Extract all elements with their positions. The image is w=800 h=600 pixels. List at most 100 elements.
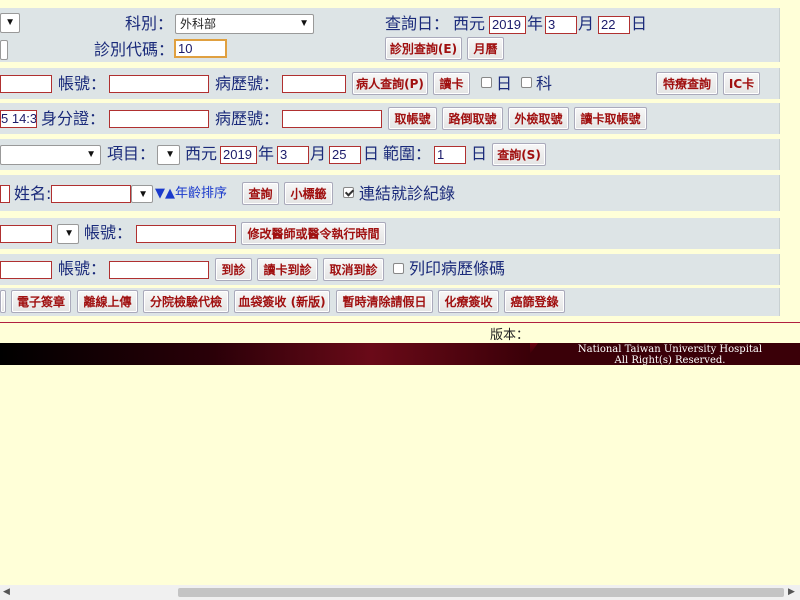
fall-account-button[interactable]: 路倒取號	[442, 107, 503, 130]
day-unit: 日	[363, 144, 380, 163]
row-dept-date: ▼ 科別： 外科部 ▼ 診別代碼： 10 查詢日： 西元 2019 年 3 月 …	[0, 8, 780, 62]
clinic-query-button[interactable]: 診別查詢(E)	[385, 37, 462, 60]
range-input[interactable]: 1	[434, 146, 466, 164]
year-input[interactable]: 2019	[489, 16, 526, 34]
record-input[interactable]	[282, 75, 346, 93]
dept-select[interactable]: 外科部 ▼	[175, 14, 314, 34]
item-select[interactable]: ▼	[157, 145, 180, 165]
patient-query-button[interactable]: 病人查詢(P)	[352, 72, 428, 95]
scroll-left-arrow-icon[interactable]: ◀	[3, 587, 10, 597]
dept-checkbox[interactable]	[521, 77, 532, 88]
left-input-truncated[interactable]	[0, 261, 52, 279]
chevron-down-icon: ▼	[299, 18, 309, 29]
account-label: 帳號：	[58, 259, 107, 278]
query-s-button[interactable]: 查詢(S)	[492, 143, 546, 166]
dept-label: 科別：	[125, 14, 174, 33]
checkin-button[interactable]: 到診	[215, 258, 252, 281]
copyright-line2: All Right(s) Reserved.	[614, 355, 726, 366]
code-label: 診別代碼：	[94, 40, 175, 59]
record-label: 病歷號：	[215, 109, 280, 128]
name-label: 姓名:	[14, 184, 52, 203]
era-label: 西元	[185, 144, 218, 163]
row-get-account: 5 14:34 身分證： 病歷號： 取帳號 路倒取號 外檢取號 讀卡取帳號	[0, 103, 780, 134]
readcard-account-button[interactable]: 讀卡取帳號	[574, 107, 647, 130]
special-query-button[interactable]: 特療查詢	[656, 72, 718, 95]
year-unit: 年	[258, 144, 275, 163]
left-select-truncated-3[interactable]: ▼	[0, 145, 101, 165]
account-input[interactable]	[109, 261, 209, 279]
row-checkin: 帳號： 到診 讀卡到診 取消到診 列印病歷條碼	[0, 254, 780, 285]
chevron-down-icon: ▼	[165, 149, 175, 160]
dept-checkbox-label: 科	[536, 74, 553, 93]
day-input[interactable]: 22	[598, 16, 630, 34]
day-checkbox-label: 日	[496, 74, 513, 93]
cancer-screening-button[interactable]: 癌篩登錄	[504, 290, 565, 313]
print-barcode-checkbox[interactable]	[393, 263, 404, 274]
month-unit: 月	[310, 144, 327, 163]
copyright-line1: National Taiwan University Hospital	[577, 344, 763, 355]
small-label-button[interactable]: 小標籤	[284, 182, 333, 205]
get-account-button[interactable]: 取帳號	[388, 107, 437, 130]
clinic-code-input[interactable]: 10	[174, 39, 227, 58]
horizontal-scrollbar[interactable]: ◀ ▶	[0, 585, 800, 600]
clear-leave-button[interactable]: 暫時清除請假日	[336, 290, 433, 313]
chevron-down-icon: ▼	[64, 228, 74, 239]
range-label: 範圍：	[383, 144, 432, 163]
read-card-button[interactable]: 讀卡	[433, 72, 470, 95]
age-sort-link[interactable]: ▼▲年齡排序	[155, 184, 227, 204]
id-input[interactable]	[109, 110, 209, 128]
chemo-signoff-button[interactable]: 化療簽收	[438, 290, 499, 313]
item-label: 項目：	[107, 144, 156, 163]
year-input[interactable]: 2019	[220, 146, 257, 164]
record-label: 病歷號：	[215, 74, 280, 93]
row-misc-buttons: 電子簽章 離線上傳 分院檢驗代檢 血袋簽收 (新版) 暫時清除請假日 化療簽收 …	[0, 288, 780, 316]
query-date-label: 查詢日：	[385, 14, 450, 33]
month-unit: 月	[578, 14, 595, 33]
dept-select-value: 外科部	[180, 17, 217, 31]
left-input-truncated[interactable]	[0, 225, 52, 243]
name-select[interactable]: ▼	[131, 185, 153, 203]
left-input-truncated[interactable]	[0, 185, 10, 203]
readcard-checkin-button[interactable]: 讀卡到診	[257, 258, 318, 281]
left-select-truncated[interactable]: ▼	[0, 13, 20, 33]
left-button-truncated[interactable]	[0, 290, 6, 313]
scrollbar-thumb[interactable]	[178, 588, 784, 597]
account-input[interactable]	[109, 75, 209, 93]
record-input[interactable]	[282, 110, 382, 128]
left-select[interactable]: ▼	[57, 224, 79, 244]
day-input[interactable]: 25	[329, 146, 361, 164]
range-unit: 日	[471, 144, 488, 163]
month-input[interactable]: 3	[277, 146, 309, 164]
chevron-down-icon: ▼	[5, 17, 15, 28]
external-account-button[interactable]: 外檢取號	[508, 107, 569, 130]
query-button[interactable]: 查詢	[242, 182, 279, 205]
e-signature-button[interactable]: 電子簽章	[11, 290, 71, 313]
era-label: 西元	[453, 14, 486, 33]
print-barcode-label: 列印病歷條碼	[409, 259, 506, 278]
calendar-button[interactable]: 月曆	[467, 37, 504, 60]
cancel-checkin-button[interactable]: 取消到診	[323, 258, 384, 281]
modify-time-button[interactable]: 修改醫師或醫令執行時間	[241, 222, 386, 245]
left-select-truncated-2[interactable]	[0, 40, 8, 60]
id-label: 身分證：	[41, 109, 106, 128]
row-name-search: 姓名: ▼ ▼▲年齡排序 查詢 小標籤 連結就診紀錄	[0, 175, 780, 211]
link-record-checkbox[interactable]	[343, 187, 354, 198]
left-input-truncated[interactable]	[0, 75, 52, 93]
day-checkbox[interactable]	[481, 77, 492, 88]
row-item-range: ▼ 項目： ▼ 西元 2019 年 3 月 25 日 範圍： 1 日 查詢(S)	[0, 139, 780, 170]
datetime-input[interactable]: 5 14:34	[0, 110, 37, 128]
ic-card-button[interactable]: IC卡	[723, 72, 760, 95]
branch-lab-button[interactable]: 分院檢驗代檢	[143, 290, 229, 313]
blood-bag-button[interactable]: 血袋簽收 (新版)	[234, 290, 330, 313]
account-input[interactable]	[136, 225, 236, 243]
offline-upload-button[interactable]: 離線上傳	[77, 290, 138, 313]
year-unit: 年	[527, 14, 544, 33]
name-input[interactable]	[51, 185, 131, 203]
month-input[interactable]: 3	[545, 16, 577, 34]
chevron-down-icon: ▼	[138, 189, 148, 200]
scroll-right-arrow-icon[interactable]: ▶	[788, 587, 795, 597]
account-label: 帳號：	[84, 223, 133, 242]
chevron-down-icon: ▼	[86, 149, 96, 160]
divider	[0, 322, 800, 323]
account-label: 帳號：	[58, 74, 107, 93]
